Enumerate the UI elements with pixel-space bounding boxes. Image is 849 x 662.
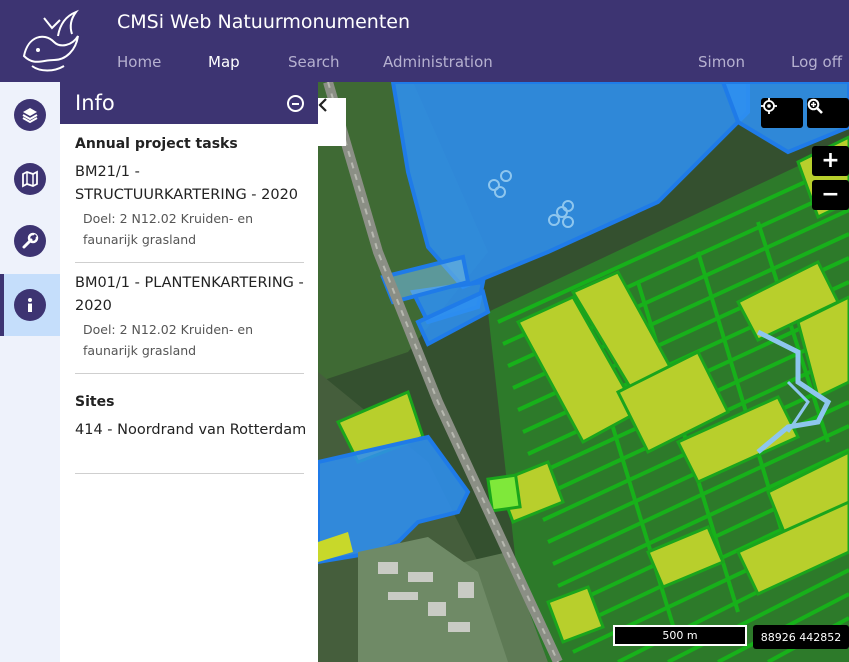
rail-info-button[interactable]	[0, 274, 60, 336]
nav-home[interactable]: Home	[117, 53, 161, 71]
zoom-out-button[interactable]: −	[812, 180, 849, 210]
zoom-in-button[interactable]: +	[812, 146, 849, 176]
collapse-panel-icon[interactable]	[287, 95, 304, 112]
divider	[75, 473, 304, 474]
tool-rail	[0, 82, 60, 662]
layers-icon	[14, 99, 46, 131]
map-canvas[interactable]	[318, 82, 849, 662]
crosshair-icon	[761, 98, 777, 114]
sites-heading: Sites	[75, 394, 115, 410]
nav-search[interactable]: Search	[288, 53, 340, 71]
zoom-to-extent-button[interactable]	[807, 98, 849, 128]
nav-administration[interactable]: Administration	[383, 53, 493, 71]
map-icon	[14, 163, 46, 195]
coordinate-readout: 88926 442852	[753, 625, 849, 649]
info-panel-header: Info	[60, 82, 318, 124]
locate-button[interactable]	[761, 98, 803, 128]
scale-bar: 500 m	[613, 625, 747, 646]
nav-user[interactable]: Simon	[698, 53, 745, 71]
task-doel: Doel: 2 N12.02 Kruiden- en faunarijk gra…	[83, 211, 254, 247]
info-panel-title: Info	[75, 91, 115, 115]
task-title[interactable]: BM01/1 - PLANTENKARTERING - 2020	[75, 272, 310, 318]
divider	[75, 262, 304, 263]
wrench-icon	[14, 225, 46, 257]
app-header: CMSi Web Natuurmonumenten Home Map Searc…	[0, 0, 849, 82]
natuurmonumenten-logo	[22, 9, 79, 72]
info-panel: Info Annual project tasks BM21/1 - STRUC…	[60, 82, 318, 662]
nav-logoff[interactable]: Log off	[791, 53, 842, 71]
task-doel: Doel: 2 N12.02 Kruiden- en faunarijk gra…	[83, 322, 254, 358]
task-title[interactable]: BM21/1 - STRUCTUURKARTERING - 2020	[75, 161, 310, 207]
map-view[interactable]: + − 500 m 88926 442852	[318, 82, 849, 662]
rail-tools-button[interactable]	[0, 210, 60, 272]
nav-map[interactable]: Map	[208, 53, 240, 71]
tasks-heading: Annual project tasks	[75, 136, 238, 152]
chevron-left-icon	[318, 98, 327, 112]
rail-layers-button[interactable]	[0, 84, 60, 146]
info-icon	[14, 289, 46, 321]
app-title: CMSi Web Natuurmonumenten	[117, 11, 411, 33]
collapse-panel-button[interactable]	[318, 98, 346, 146]
magnifier-plus-icon	[807, 98, 823, 114]
rail-map-button[interactable]	[0, 148, 60, 210]
site-name[interactable]: 414 - Noordrand van Rotterdam	[75, 419, 310, 442]
divider	[75, 373, 304, 374]
